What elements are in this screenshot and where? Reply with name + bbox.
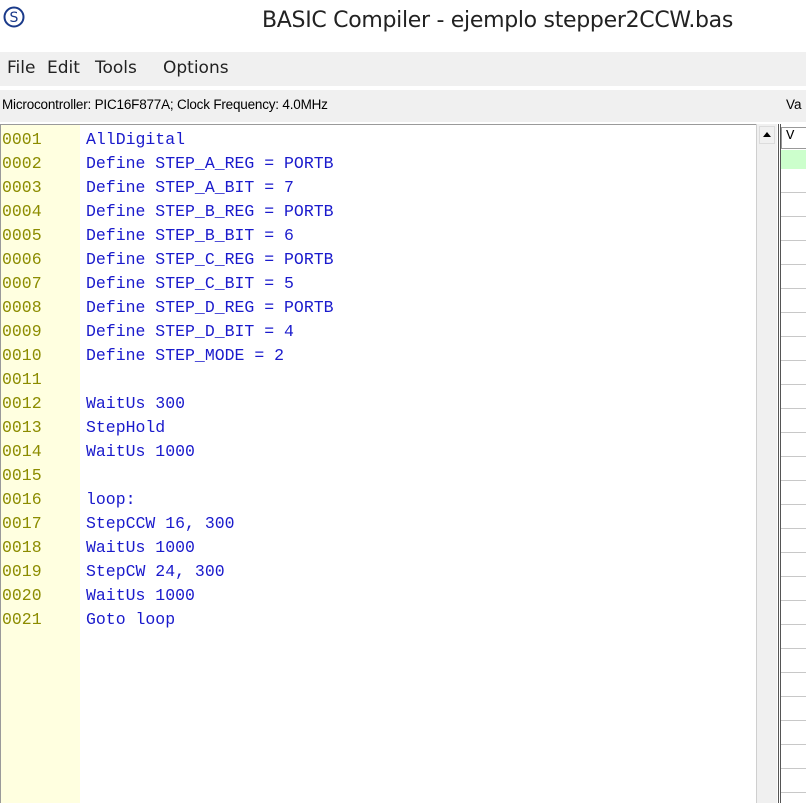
- code-line[interactable]: 0002 Define STEP_A_REG = PORTB: [1, 152, 751, 176]
- line-code: Define STEP_C_BIT = 5: [86, 274, 294, 293]
- variables-panel-title: Va: [786, 97, 802, 112]
- line-number: 0008: [2, 298, 42, 317]
- code-line[interactable]: 0001 AllDigital: [1, 128, 751, 152]
- microcontroller-info: Microcontroller: PIC16F877A; Clock Frequ…: [2, 97, 328, 112]
- line-code: Define STEP_B_REG = PORTB: [86, 202, 334, 221]
- line-code: loop:: [86, 490, 136, 509]
- line-number: 0020: [2, 586, 42, 605]
- menu-options[interactable]: Options: [163, 58, 229, 78]
- line-code: AllDigital: [86, 130, 186, 149]
- code-line[interactable]: 0003 Define STEP_A_BIT = 7: [1, 176, 751, 200]
- line-code: Define STEP_C_REG = PORTB: [86, 250, 334, 269]
- line-code: Define STEP_B_BIT = 6: [86, 226, 294, 245]
- code-line[interactable]: 0014 WaitUs 1000: [1, 440, 751, 464]
- menu-bar: File Edit Tools Options: [0, 52, 806, 86]
- variables-panel: V: [778, 124, 806, 803]
- code-line[interactable]: 0005 Define STEP_B_BIT = 6: [1, 224, 751, 248]
- menu-tools[interactable]: Tools: [95, 58, 137, 78]
- code-line[interactable]: 0019 StepCW 24, 300: [1, 560, 751, 584]
- variables-column-header[interactable]: V: [781, 127, 806, 149]
- code-line[interactable]: 0011: [1, 368, 751, 392]
- line-number: 0011: [2, 370, 42, 389]
- line-number: 0018: [2, 538, 42, 557]
- editor-vertical-scrollbar[interactable]: [756, 124, 777, 803]
- line-code: WaitUs 300: [86, 394, 186, 413]
- code-line[interactable]: 0010 Define STEP_MODE = 2: [1, 344, 751, 368]
- code-line[interactable]: 0004 Define STEP_B_REG = PORTB: [1, 200, 751, 224]
- line-number: 0014: [2, 442, 42, 461]
- code-line[interactable]: 0017 StepCCW 16, 300: [1, 512, 751, 536]
- line-number: 0019: [2, 562, 42, 581]
- line-code: WaitUs 1000: [86, 538, 195, 557]
- line-number: 0007: [2, 274, 42, 293]
- window-title: BASIC Compiler - ejemplo stepper2CCW.bas: [262, 8, 734, 33]
- line-code: Define STEP_A_BIT = 7: [86, 178, 294, 197]
- code-line[interactable]: 0012 WaitUs 300: [1, 392, 751, 416]
- line-number: 0002: [2, 154, 42, 173]
- line-code: StepCCW 16, 300: [86, 514, 235, 533]
- code-lines: 0001 AllDigital 0002 Define STEP_A_REG = P…: [1, 128, 751, 632]
- line-number: 0015: [2, 466, 42, 485]
- variables-grid-rows: [781, 169, 806, 803]
- line-number: 0003: [2, 178, 42, 197]
- line-code: Define STEP_MODE = 2: [86, 346, 285, 365]
- line-code: WaitUs 1000: [86, 586, 195, 605]
- line-number: 0006: [2, 250, 42, 269]
- line-number: 0009: [2, 322, 42, 341]
- scroll-up-arrow-icon[interactable]: [759, 126, 775, 144]
- menu-file[interactable]: File: [7, 58, 35, 78]
- line-number: 0010: [2, 346, 42, 365]
- line-number: 0001: [2, 130, 42, 149]
- code-line[interactable]: 0016 loop:: [1, 488, 751, 512]
- app-logo-icon: S: [3, 6, 25, 28]
- line-code: StepCW 24, 300: [86, 562, 225, 581]
- line-code: Goto loop: [86, 610, 176, 629]
- code-line[interactable]: 0015: [1, 464, 751, 488]
- code-line[interactable]: 0007 Define STEP_C_BIT = 5: [1, 272, 751, 296]
- line-number: 0013: [2, 418, 42, 437]
- line-number: 0012: [2, 394, 42, 413]
- title-bar: S BASIC Compiler - ejemplo stepper2CCW.b…: [0, 0, 806, 50]
- line-code: Define STEP_A_REG = PORTB: [86, 154, 334, 173]
- line-number: 0004: [2, 202, 42, 221]
- line-number: 0005: [2, 226, 42, 245]
- code-line[interactable]: 0021 Goto loop: [1, 608, 751, 632]
- code-editor[interactable]: 0001 AllDigital 0002 Define STEP_A_REG = P…: [0, 124, 756, 803]
- variables-selected-row[interactable]: [781, 150, 806, 169]
- code-line[interactable]: 0020 WaitUs 1000: [1, 584, 751, 608]
- microcontroller-info-bar: Microcontroller: PIC16F877A; Clock Frequ…: [0, 90, 806, 122]
- code-line[interactable]: 0006 Define STEP_C_REG = PORTB: [1, 248, 751, 272]
- menu-edit[interactable]: Edit: [47, 58, 80, 78]
- line-code: Define STEP_D_REG = PORTB: [86, 298, 334, 317]
- code-line[interactable]: 0008 Define STEP_D_REG = PORTB: [1, 296, 751, 320]
- code-line[interactable]: 0013 StepHold: [1, 416, 751, 440]
- svg-text:S: S: [10, 10, 19, 26]
- line-number: 0016: [2, 490, 42, 509]
- line-code: WaitUs 1000: [86, 442, 195, 461]
- line-code: Define STEP_D_BIT = 4: [86, 322, 294, 341]
- code-line[interactable]: 0018 WaitUs 1000: [1, 536, 751, 560]
- line-number: 0017: [2, 514, 42, 533]
- line-code: StepHold: [86, 418, 166, 437]
- line-number: 0021: [2, 610, 42, 629]
- code-line[interactable]: 0009 Define STEP_D_BIT = 4: [1, 320, 751, 344]
